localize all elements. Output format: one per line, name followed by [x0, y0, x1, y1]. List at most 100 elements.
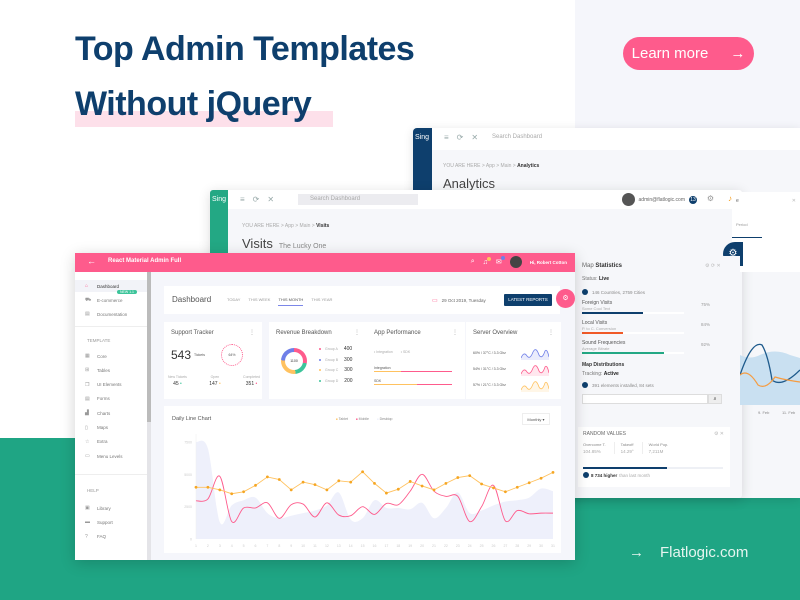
card-title: Revenue Breakdown	[276, 330, 332, 336]
revenue-group: Group A 400	[319, 344, 353, 355]
menu-icon[interactable]: ≡	[444, 133, 449, 142]
tab-this-week[interactable]: THIS WEEK	[248, 297, 270, 306]
series-tablet-point	[361, 470, 364, 474]
sidebar-item-e-commerce[interactable]: ⛟ E-commerce NEW 1.1	[75, 290, 147, 306]
search-input[interactable]: Search Dashboard	[298, 194, 418, 205]
sidebar-item-menu-levels[interactable]: ▭ Menu Levels	[75, 450, 147, 462]
performance-bar: SDK	[374, 379, 452, 385]
more-vert-icon[interactable]: ⋮	[452, 329, 458, 336]
flatlogic-label: Flatlogic.com	[660, 544, 749, 561]
y-tick-label: 2500	[184, 505, 192, 509]
group-color-dot	[319, 358, 321, 361]
sidebar-item-core[interactable]: ▦ Core	[75, 350, 147, 362]
close-icon[interactable]: ✕	[471, 133, 478, 142]
x-tick-label: 6	[255, 544, 257, 548]
more-vert-icon[interactable]: ⋮	[548, 329, 554, 336]
search-button[interactable]: ⌕	[708, 394, 722, 404]
sidebar-item-extra[interactable]: ☆ Extra	[75, 436, 147, 448]
hero-subtitle: Without jQuery	[75, 85, 312, 123]
avatar	[621, 193, 635, 206]
x-tick-label: 18	[396, 544, 400, 548]
sidebar-item-label: Tables	[97, 367, 111, 373]
random-value-number: 7,211M	[648, 449, 664, 454]
performance-fill	[374, 384, 417, 385]
x-tick-label: 28	[515, 544, 519, 548]
logo: Sing	[415, 134, 430, 141]
gear-icon[interactable]: ⚙	[707, 194, 714, 203]
scroll-thumb[interactable]	[147, 272, 151, 422]
tickets-label: Tickets	[194, 353, 205, 357]
map-search-input[interactable]	[582, 394, 708, 404]
panel-controls-icon[interactable]: ⚙ ⟳ ✕	[705, 263, 721, 269]
sidebar-item-forms[interactable]: ▤ Forms	[75, 393, 147, 405]
menu-icon[interactable]: ≡	[240, 195, 245, 204]
tab-this-month[interactable]: THIS MONTH	[278, 297, 304, 306]
bell-icon[interactable]: ♫	[483, 256, 491, 266]
sidebar-scrollbar[interactable]	[147, 272, 151, 560]
series-tablet-point	[194, 485, 198, 489]
legend-sdk: SDK	[401, 350, 410, 354]
search-input[interactable]: Search Dashboard	[492, 134, 542, 140]
server-overview-card: Server Overview ⋮ 60% / 37°C / 3.3 Ghz 54…	[466, 322, 561, 399]
x-tick-label: 5	[243, 544, 245, 548]
sidebar-item-library[interactable]: ▣ Library	[75, 502, 147, 514]
library-icon: ▣	[85, 505, 90, 511]
close-icon[interactable]: ✕	[792, 198, 796, 204]
status-dot: •	[178, 381, 182, 387]
map-distributions-title: Map Distributions	[582, 362, 625, 368]
period-tabs: TODAY THIS WEEK THIS MONTH THIS YEAR	[227, 297, 332, 306]
note-bold: 8 734 higher	[591, 472, 618, 478]
stat-row: Foreign Visits Some Cool Text 75%	[582, 300, 732, 314]
sidebar-item-label: Menu Levels	[97, 453, 123, 459]
tracker-stat-value: 147 •	[209, 381, 221, 387]
random-value: Overcome T. 104.85%	[583, 442, 615, 454]
tab-today[interactable]: TODAY	[227, 297, 240, 306]
series-tablet-point	[337, 479, 341, 483]
sidebar-item-maps[interactable]: ▯ Maps	[75, 422, 147, 434]
user-menu[interactable]: admin@flatlogic.com 13	[621, 193, 697, 206]
tracker-stat-label: Completed	[243, 375, 260, 379]
panel-controls-icon[interactable]: ⚙ ✕	[714, 431, 724, 437]
sidebar: ⌂ Dashboard ⛟ E-commerce NEW 1.1 ▤ Documentati…	[75, 272, 147, 560]
series-tablet-point	[468, 474, 472, 478]
arrow-left-icon[interactable]: ←	[87, 256, 96, 266]
series-tablet-point	[218, 488, 222, 492]
settings-fab[interactable]: ⚙	[556, 289, 575, 308]
map-icon: ▯	[85, 424, 88, 431]
sidebar-item-faq[interactable]: ? FAQ	[75, 531, 147, 543]
sidebar-item-ui-elements[interactable]: ❐ UI Elements	[75, 379, 147, 391]
flatlogic-link[interactable]: → Flatlogic.com	[629, 544, 748, 561]
refresh-icon[interactable]: ⟳	[457, 133, 464, 142]
sidebar-item-documentation[interactable]: ▤ Documentation	[75, 308, 147, 320]
random-value-label: Takeoff	[620, 442, 634, 447]
app-performance-card: App Performance ⋮ Integration SDK Integr…	[367, 322, 465, 399]
avatar[interactable]	[509, 256, 522, 268]
search-icon[interactable]: ⌕	[471, 258, 475, 266]
group-value: 200	[344, 377, 353, 384]
series-tablet-point	[444, 481, 448, 485]
series-tablet-point	[515, 485, 519, 489]
mail-icon[interactable]: ✉	[496, 256, 505, 266]
close-icon[interactable]: ✕	[267, 195, 274, 204]
learn-more-button[interactable]: Learn more →	[623, 37, 754, 70]
chat-icon: ▬	[85, 519, 90, 526]
stat-progress-fill	[582, 352, 664, 354]
more-vert-icon[interactable]: ⋮	[354, 329, 360, 336]
more-vert-icon[interactable]: ⋮	[249, 329, 255, 336]
sidebar-item-charts[interactable]: ▟ Charts	[75, 407, 147, 419]
sidebar-item-support[interactable]: ▬ Support	[75, 516, 147, 528]
sidebar-item-label: Charts	[97, 410, 111, 416]
breadcrumb-path: YOU ARE HERE > App > Main >	[242, 223, 317, 229]
refresh-icon[interactable]: ⟳	[253, 195, 260, 204]
y-tick-label: 5000	[184, 473, 192, 477]
notification-badge: 13	[689, 195, 697, 204]
latest-reports-button[interactable]: LATEST REPORTS	[504, 294, 552, 306]
sidebar-item-tables[interactable]: ⊞ Tables	[75, 364, 147, 376]
tab-this-year[interactable]: THIS YEAR	[311, 297, 332, 306]
date-display[interactable]: ▭ 29 Oct 2019, Tuesday	[432, 297, 486, 304]
note-rest: than last month	[619, 472, 651, 478]
random-values-panel: RANDOM VALUES ⚙ ✕ Overcome T. 104.85% Take…	[578, 427, 730, 487]
x-tick-label: 8	[278, 544, 280, 548]
gear-icon: ⚙	[562, 295, 569, 302]
x-tick-label: 2	[207, 544, 209, 548]
